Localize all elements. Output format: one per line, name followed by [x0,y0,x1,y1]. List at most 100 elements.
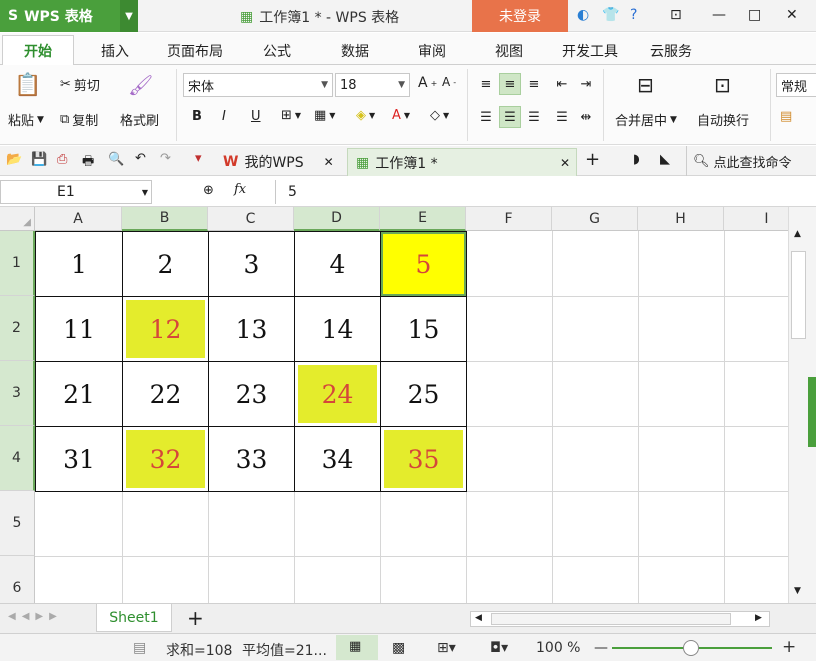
justify-icon[interactable]: ☰ [551,106,573,128]
horizontal-scrollbar[interactable]: ◀ ▶ [470,611,770,627]
customize-icon[interactable]: ▾ [195,151,202,166]
print-icon[interactable]: 🖶 [82,152,94,174]
increase-indent-icon[interactable]: ⇥ [575,73,597,95]
align-top-icon[interactable]: ≡ [475,73,497,95]
redo-icon[interactable]: ↷ [160,151,171,166]
menu-data[interactable]: 数据 [341,41,369,61]
page-break-view-icon[interactable]: ▩ [392,640,405,656]
paste-button[interactable]: 粘贴 ▼ [8,110,44,129]
wrap-text-button[interactable]: 自动换行 [697,110,749,129]
bold-button[interactable]: B [192,109,202,124]
new-tab-icon[interactable]: + [585,149,600,170]
eye-protection-icon[interactable]: ◘▾ [490,640,508,656]
row-header-3[interactable]: 3 [0,361,35,426]
menu-view[interactable]: 视图 [495,41,523,61]
cell-a3[interactable]: 21 [35,361,123,427]
tab-workbook[interactable]: ▦ 工作簿1 * ✕ [347,148,577,176]
column-header-c[interactable]: C [208,207,294,231]
cell-c2[interactable]: 13 [208,296,295,362]
cell-e4[interactable]: 35 [380,426,467,492]
clear-format-icon[interactable]: ◇ ▼ [430,108,449,123]
select-all-corner[interactable]: ◢ [0,207,35,231]
decrease-indent-icon[interactable]: ⇤ [551,73,573,95]
column-header-i[interactable]: I [724,207,788,231]
help-icon[interactable]: ? [630,7,637,23]
sheet-nav-icon[interactable]: ◀◀▶▶ [8,611,63,622]
normal-view-button[interactable]: ▦ [336,635,378,660]
column-header-h[interactable]: H [638,207,724,231]
scroll-left-icon[interactable]: ◀ [475,613,482,623]
shirt-icon[interactable]: 👕 [602,7,619,23]
vertical-scrollbar[interactable]: ▲ ▼ [788,207,808,603]
cell-d4[interactable]: 34 [294,426,381,492]
column-header-a[interactable]: A [35,207,122,231]
menu-cloud[interactable]: 云服务 [650,41,692,61]
formula-input[interactable]: 5 [275,180,816,204]
app-menu-dropdown-icon[interactable]: ▼ [120,0,138,32]
cell-b2[interactable]: 12 [122,296,209,362]
name-box[interactable]: E1 ▼ [0,180,152,204]
zoom-in-icon[interactable]: + [782,637,796,657]
copy-button[interactable]: ⧉ 复制 [60,110,98,129]
export-pdf-icon[interactable]: ⎙ [57,152,67,167]
scroll-right-icon[interactable]: ▶ [755,613,762,623]
login-button[interactable]: 未登录 [472,0,568,32]
menu-insert[interactable]: 插入 [101,41,129,61]
close-icon[interactable]: ✕ [560,156,570,170]
side-panel-toggle[interactable] [808,377,816,447]
flag-icon[interactable]: ◣ [660,152,670,167]
menu-page-layout[interactable]: 页面布局 [167,41,223,61]
wrap-text-icon[interactable]: ⊡ [714,73,731,97]
cell-e2[interactable]: 15 [380,296,467,362]
tab-list-icon[interactable]: ◗ [633,152,640,167]
font-size-select[interactable]: 18 ▼ [335,73,410,97]
border-icon[interactable]: ⊞ ▼ [281,108,301,123]
skin-icon[interactable]: ◐ [577,7,589,23]
macro-icon[interactable]: ▤ [133,640,146,656]
undo-icon[interactable]: ↶ [135,151,146,166]
cell-d3[interactable]: 24 [294,361,381,427]
cell-a4[interactable]: 31 [35,426,123,492]
menu-developer[interactable]: 开发工具 [562,41,618,61]
decrease-font-icon[interactable]: A- [442,75,456,89]
cell-b1[interactable]: 2 [122,231,209,297]
distributed-icon[interactable]: ⇹ [575,106,597,128]
row-header-6[interactable]: 6 [0,556,35,603]
paste-icon[interactable]: 📋 [14,73,41,98]
row-header-5[interactable]: 5 [0,491,35,556]
app-menu-button[interactable]: S WPS 表格 ▼ [0,0,138,32]
align-left-icon[interactable]: ☰ [475,106,497,128]
align-center-icon[interactable]: ☰ [499,106,521,128]
column-header-d[interactable]: D [294,207,380,231]
scroll-up-icon[interactable]: ▲ [794,229,801,239]
format-painter-button[interactable]: 格式刷 [120,110,159,129]
cell-d2[interactable]: 14 [294,296,381,362]
cell-d1[interactable]: 4 [294,231,381,297]
row-header-2[interactable]: 2 [0,296,35,361]
increase-font-icon[interactable]: A + [418,75,437,91]
column-header-e[interactable]: E [380,207,466,231]
column-header-b[interactable]: B [122,207,208,231]
zoom-level[interactable]: 100 % [536,640,580,656]
align-bottom-icon[interactable]: ≡ [523,73,545,95]
zoom-out-icon[interactable]: — [594,640,608,656]
cell-style-icon[interactable]: ▦ ▼ [314,108,335,123]
merge-center-icon[interactable]: ⊟ [637,73,654,97]
cell-a1[interactable]: 1 [35,231,123,297]
zoom-slider-thumb[interactable] [683,640,699,656]
tab-my-wps[interactable]: W 我的WPS ✕ [215,148,345,176]
menu-formula[interactable]: 公式 [263,41,291,61]
cell-c4[interactable]: 33 [208,426,295,492]
align-middle-icon[interactable]: ≡ [499,73,521,95]
close-icon[interactable]: ✕ [324,155,334,169]
vertical-scroll-thumb[interactable] [791,251,806,339]
number-format-select[interactable]: 常规 [776,73,816,97]
align-right-icon[interactable]: ☰ [523,106,545,128]
cell-a2[interactable]: 11 [35,296,123,362]
column-header-f[interactable]: F [466,207,552,231]
function-icon[interactable]: fx [234,182,246,197]
column-header-g[interactable]: G [552,207,638,231]
add-sheet-icon[interactable]: + [187,606,204,630]
open-folder-icon[interactable]: 📂 [6,152,22,167]
cell-b4[interactable]: 32 [122,426,209,492]
